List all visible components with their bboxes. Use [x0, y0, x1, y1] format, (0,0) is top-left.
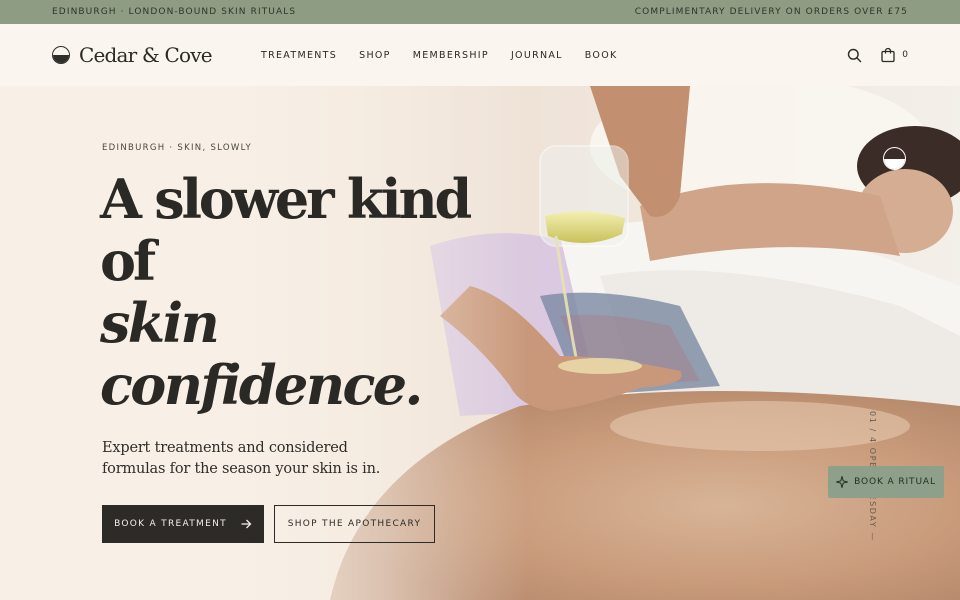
nav-journal[interactable]: JOURNAL — [511, 50, 563, 61]
search-button[interactable] — [847, 48, 862, 63]
announcement-left: EDINBURGH · LONDON-BOUND SKIN RITUALS — [52, 7, 297, 17]
bag-icon — [881, 47, 895, 63]
site-header: Cedar & Cove TREATMENTS SHOP MEMBERSHIP … — [0, 24, 960, 86]
half-moon-icon — [883, 147, 906, 170]
nav-membership[interactable]: MEMBERSHIP — [413, 50, 489, 61]
hero-eyebrow: EDINBURGH · SKIN, SLOWLY — [102, 143, 252, 153]
hero-section: EDINBURGH · SKIN, SLOWLY A slower kind o… — [0, 86, 960, 600]
book-ritual-button[interactable]: BOOK A RITUAL — [828, 466, 944, 498]
cart-count: 0 — [902, 50, 908, 60]
book-ritual-label: BOOK A RITUAL — [854, 477, 936, 487]
announcement-right: COMPLIMENTARY DELIVERY ON ORDERS OVER £7… — [634, 7, 908, 17]
headline-line: A slower kind — [100, 167, 472, 231]
logo[interactable]: Cedar & Cove — [52, 43, 261, 67]
book-treatment-button[interactable]: BOOK A TREATMENT — [102, 505, 264, 543]
headline-line-italic: confidence. — [100, 353, 423, 417]
cart-button[interactable]: 0 — [880, 47, 908, 63]
nav-shop[interactable]: SHOP — [359, 50, 391, 61]
book-treatment-label: BOOK A TREATMENT — [114, 519, 227, 529]
headline-line: of — [100, 229, 156, 293]
nav-treatments[interactable]: TREATMENTS — [261, 50, 337, 61]
shop-apothecary-button[interactable]: SHOP THE APOTHECARY — [274, 505, 435, 543]
headline-line-italic: skin — [100, 291, 220, 355]
shop-apothecary-label: SHOP THE APOTHECARY — [287, 519, 422, 529]
main-nav: TREATMENTS SHOP MEMBERSHIP JOURNAL BOOK — [261, 50, 618, 61]
header-actions: 0 — [847, 47, 908, 63]
logo-mark-icon — [52, 46, 70, 64]
brand-name: Cedar & Cove — [79, 43, 213, 67]
hero-subtitle: Expert treatments and considered formula… — [102, 440, 381, 477]
search-icon — [848, 48, 862, 62]
nav-book[interactable]: BOOK — [585, 50, 618, 61]
announcement-bar: EDINBURGH · LONDON-BOUND SKIN RITUALS CO… — [0, 0, 960, 24]
arrow-right-icon — [241, 519, 252, 529]
sparkle-icon — [836, 476, 849, 488]
hero-headline: A slower kind of skin confidence. — [100, 168, 480, 416]
